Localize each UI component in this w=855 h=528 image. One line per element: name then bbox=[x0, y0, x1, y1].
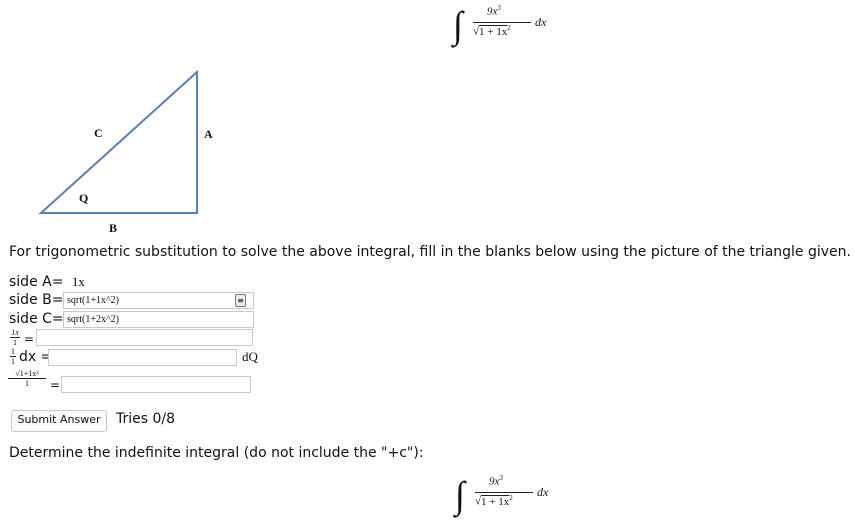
problem-instruction: For trigonometric substitution to solve … bbox=[9, 244, 851, 260]
triangle-label-a: A bbox=[204, 127, 213, 141]
ratio1-input[interactable] bbox=[36, 329, 253, 346]
ratio3-fraction: √1+1x² 1 bbox=[8, 369, 46, 388]
integrand-numerator: 9x3 bbox=[487, 4, 501, 18]
dx-label: dx bbox=[537, 485, 549, 499]
integrand-denominator: √1 + 1x2 bbox=[473, 24, 511, 38]
ratio1-fraction: 1x 1 bbox=[10, 328, 20, 347]
ratio3-input[interactable] bbox=[61, 376, 251, 393]
side-a-row: side A= 1x bbox=[9, 274, 85, 290]
integral-bottom: ∫ 9x3 √1 + 1x2 dx bbox=[455, 474, 575, 524]
integral-top: ∫ 9x3 √1 + 1x2 dx bbox=[453, 4, 573, 54]
ratio1-equals: = bbox=[24, 332, 35, 346]
submit-answer-button[interactable]: Submit Answer bbox=[11, 410, 107, 432]
triangle-label-q: Q bbox=[79, 191, 89, 205]
ratio3-equals: = bbox=[50, 378, 61, 392]
side-a-label: side A= bbox=[9, 274, 64, 290]
fraction-bar bbox=[473, 22, 531, 23]
ratio2-input[interactable] bbox=[48, 349, 237, 366]
side-c-label: side C= bbox=[9, 311, 64, 327]
triangle-label-c: C bbox=[94, 126, 103, 140]
triangle-label-b: B bbox=[109, 221, 118, 235]
ratio2-fraction: 1 1 bbox=[10, 347, 16, 366]
integral-sign: ∫ bbox=[453, 4, 463, 47]
integrand-numerator: 9x3 bbox=[489, 474, 503, 488]
side-a-value: 1x bbox=[71, 274, 85, 289]
integral-sign: ∫ bbox=[455, 474, 465, 516]
ratio2-dq-label: dQ bbox=[242, 349, 258, 364]
side-b-input[interactable]: sqrt(1+1x^2) bbox=[63, 292, 254, 309]
fraction-bar bbox=[475, 492, 533, 493]
triangle-diagram bbox=[38, 69, 198, 214]
triangle-shape bbox=[38, 69, 198, 214]
tries-counter: Tries 0/8 bbox=[116, 411, 176, 427]
equation-editor-icon[interactable]: ≡ bbox=[235, 294, 246, 307]
side-b-label: side B= bbox=[9, 292, 64, 308]
integrand-denominator: √1 + 1x2 bbox=[475, 494, 513, 508]
determine-instruction: Determine the indefinite integral (do no… bbox=[9, 445, 424, 461]
dx-label: dx bbox=[535, 15, 547, 29]
side-c-input[interactable]: sqrt(1+2x^2) bbox=[63, 311, 254, 328]
